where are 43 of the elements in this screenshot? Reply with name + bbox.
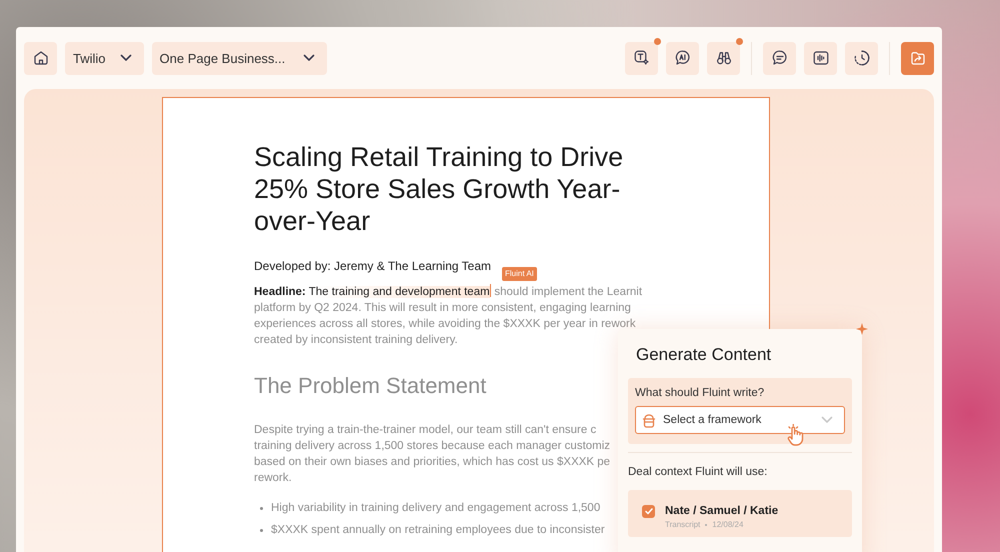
- pot-icon: [642, 413, 656, 428]
- bullet-item: High variability in training delivery and engagement across 1,500: [271, 501, 600, 516]
- bullet-item: $XXXK spent annually on retraining employees due to inconsister: [271, 523, 605, 538]
- context-item-title: Nate / Samuel / Katie: [665, 504, 778, 519]
- ai-chat-icon: [674, 49, 692, 67]
- checkbox[interactable]: [642, 505, 655, 518]
- context-label: Deal context Fluint will use:: [628, 465, 768, 479]
- share-button[interactable]: [901, 42, 934, 74]
- bullet-dot-icon: [260, 528, 263, 532]
- text-sparkle-icon: [632, 49, 650, 67]
- context-item-date: 12/08/24: [712, 520, 744, 529]
- section-heading: The Problem Statement: [254, 372, 486, 400]
- history-icon: [852, 49, 870, 67]
- paragraph-line: Despite trying a train-the-trainer model, our team still can't ensure c: [254, 423, 596, 438]
- toolbar-button[interactable]: [763, 42, 796, 74]
- ai-tag: Fluint AI: [502, 267, 537, 281]
- chevron-down-icon: [821, 416, 833, 424]
- sparkle-icon: [856, 323, 868, 335]
- home-button[interactable]: [24, 42, 57, 74]
- paragraph-line: training delivery across 1,500 stores because each manager customiz: [254, 439, 610, 454]
- context-item-type: Transcript: [665, 520, 700, 529]
- dropdown-button[interactable]: One Page Business...: [152, 42, 328, 74]
- checkmark-icon: [644, 508, 652, 515]
- binoculars-icon: [714, 49, 732, 67]
- paragraph-line: based on their own biases and priorities, which has cost us $XXXK pe: [254, 455, 610, 470]
- toolbar-button[interactable]: [845, 42, 878, 74]
- share-icon: [908, 49, 926, 67]
- hand-cursor-icon: [785, 424, 805, 446]
- popup-title: Generate Content: [635, 344, 772, 365]
- home-icon: [32, 49, 50, 67]
- bullet-dot-icon: [260, 506, 263, 510]
- framework-select[interactable]: Select a framework: [635, 406, 845, 434]
- paragraph-line: rework.: [254, 471, 292, 486]
- audio-wave-icon: [812, 49, 830, 67]
- dropdown-button[interactable]: Twilio: [65, 42, 144, 74]
- chat-icon: [770, 49, 788, 67]
- chevron-down-icon: [120, 54, 132, 62]
- document-title: Scaling Retail Training to Drive 25% Store Sales Growth Year-over-Year: [254, 141, 624, 237]
- byline: Developed by: Jeremy & The Learning Team: [254, 258, 492, 274]
- chevron-down-icon: [303, 54, 316, 62]
- toolbar-button[interactable]: [666, 42, 699, 74]
- toolbar-button[interactable]: [804, 42, 837, 74]
- prompt-label: What should Fluint write?: [635, 386, 766, 400]
